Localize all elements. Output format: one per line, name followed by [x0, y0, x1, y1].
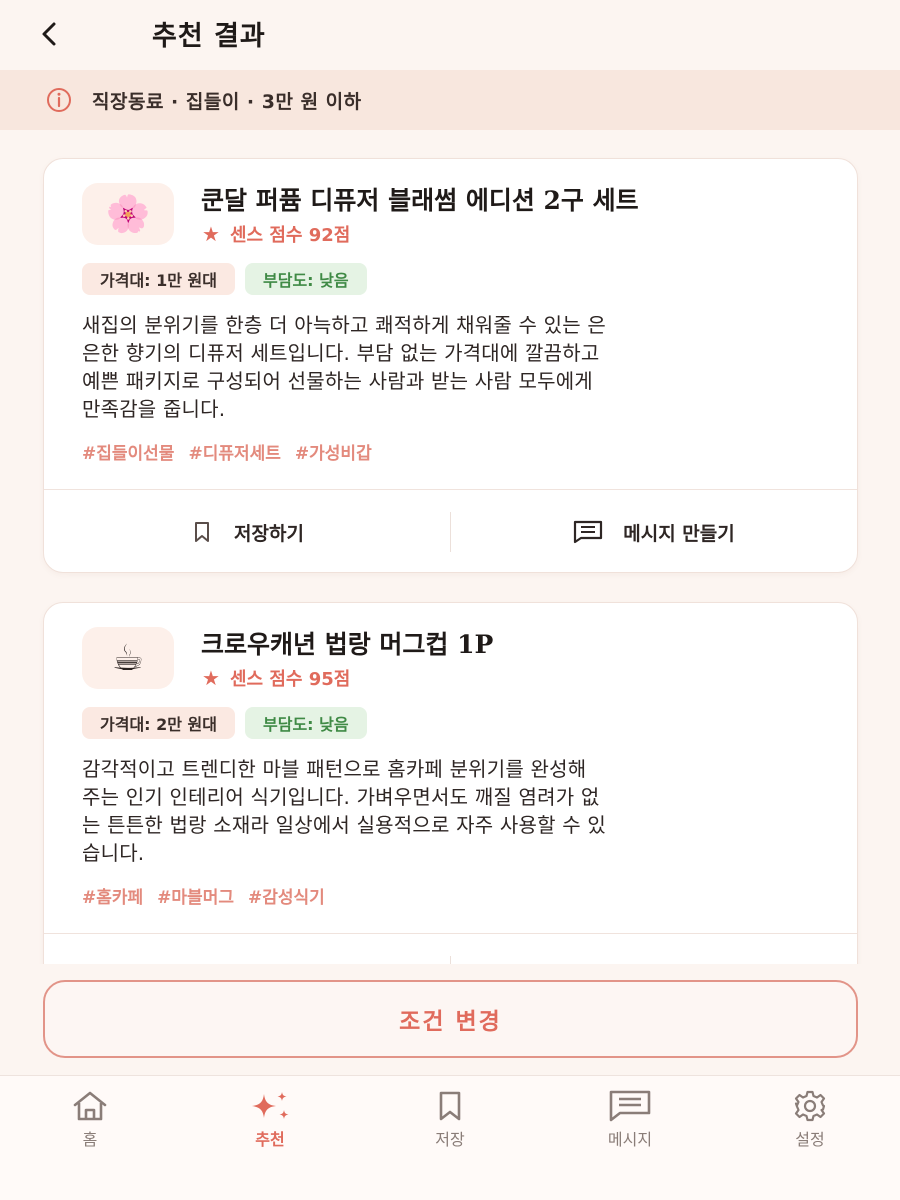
description-line: 새집의 분위기를 한층 더 아늑하고 쾌적하게 채워줄 수 있는 은 [82, 313, 607, 337]
tag-list: #홈카페 #마블머그 #감성식기 [82, 883, 325, 908]
message-icon [574, 520, 603, 544]
description-line: 만족감을 줍니다. [82, 397, 226, 421]
price-badge: 가격대: 2만 원대 [82, 707, 235, 739]
filter-text: 직장동료 · 집들이 · 3만 원 이하 [92, 90, 362, 113]
header: 추천 결과 [0, 0, 900, 70]
hashtag[interactable]: #감성식기 [248, 883, 325, 908]
product-description: 새집의 분위기를 한층 더 아늑하고 쾌적하게 채워줄 수 있는 은 은한 향기… [82, 311, 827, 423]
nav-label: 메시지 [607, 1130, 653, 1149]
description-line: 는 튼튼한 법랑 소재라 일상에서 실용적으로 자주 사용할 수 있 [82, 813, 607, 837]
description-line: 주는 인기 인테리어 식기입니다. 가벼우면서도 깨질 염려가 없 [82, 785, 600, 809]
hashtag[interactable]: #디퓨저세트 [188, 439, 280, 464]
message-icon [609, 1090, 651, 1122]
star-icon: ★ [202, 666, 220, 690]
hashtag[interactable]: #가성비갑 [295, 439, 372, 464]
description-line: 습니다. [82, 841, 145, 865]
nav-label: 추천 [255, 1130, 285, 1149]
bottom-nav: 홈 추천 저장 메시지 설정 [0, 1075, 900, 1200]
nav-item-messages[interactable]: 메시지 [540, 1076, 720, 1200]
nav-label: 저장 [435, 1130, 465, 1149]
hashtag[interactable]: #홈카페 [82, 883, 143, 908]
sense-score-text: 센스 점수 92점 [229, 225, 351, 246]
sense-score-text: 센스 점수 95점 [229, 669, 351, 690]
tag-list: #집들이선물 #디퓨저세트 #가성비갑 [82, 439, 372, 464]
change-conditions-button[interactable]: 조건 변경 [43, 980, 858, 1058]
sense-score: ★ 센스 점수 95점 [202, 665, 350, 691]
back-button[interactable] [30, 14, 70, 54]
product-thumbnail: ☕ [82, 627, 174, 689]
nav-label: 홈 [82, 1130, 98, 1149]
product-card: 🌸 쿤달 퍼퓸 디퓨저 블래썸 에디션 2구 세트 ★ 센스 점수 92점 가격… [43, 158, 858, 573]
star-icon: ★ [202, 222, 220, 246]
home-icon [73, 1091, 107, 1121]
sparkle-icon [252, 1092, 289, 1119]
product-card: ☕ 크로우캐년 법랑 머그컵 1P ★ 센스 점수 95점 가격대: 2만 원대… [43, 602, 858, 964]
save-label: 저장하기 [234, 522, 304, 545]
badge-row: 가격대: 2만 원대 부담도: 낮음 [82, 707, 367, 739]
save-button[interactable]: 저장하기 [44, 490, 450, 574]
card-actions [44, 933, 857, 964]
description-line: 감각적이고 트렌디한 마블 패턴으로 홈카페 분위기를 완성해 [82, 757, 587, 781]
card-actions: 저장하기 메시지 만들기 [44, 489, 857, 574]
gear-icon [794, 1090, 826, 1122]
make-message-button[interactable]: 메시지 만들기 [451, 490, 857, 574]
make-message-button[interactable] [451, 934, 857, 964]
info-icon [44, 85, 74, 115]
filter-summary-bar: 직장동료 · 집들이 · 3만 원 이하 [0, 70, 900, 130]
product-name: 크로우캐년 법랑 머그컵 1P [201, 630, 494, 659]
nav-item-settings[interactable]: 설정 [720, 1076, 900, 1200]
bookmark-icon [439, 1091, 461, 1121]
product-description: 감각적이고 트렌디한 마블 패턴으로 홈카페 분위기를 완성해 주는 인기 인테… [82, 755, 827, 867]
product-name: 쿤달 퍼퓸 디퓨저 블래썸 에디션 2구 세트 [201, 186, 639, 215]
nav-label: 설정 [795, 1130, 825, 1149]
chevron-left-icon [42, 22, 56, 46]
description-line: 은한 향기의 디퓨저 세트입니다. 부담 없는 가격대에 깔끔하고 [82, 341, 600, 365]
burden-badge: 부담도: 낮음 [245, 263, 367, 295]
page-title: 추천 결과 [152, 21, 266, 52]
results-list[interactable]: 🌸 쿤달 퍼퓸 디퓨저 블래썸 에디션 2구 세트 ★ 센스 점수 92점 가격… [0, 130, 900, 964]
price-badge: 가격대: 1만 원대 [82, 263, 235, 295]
nav-item-home[interactable]: 홈 [0, 1076, 180, 1200]
hashtag[interactable]: #집들이선물 [82, 439, 174, 464]
make-message-label: 메시지 만들기 [623, 522, 735, 545]
nav-item-saved[interactable]: 저장 [360, 1076, 540, 1200]
nav-item-recommend[interactable]: 추천 [180, 1076, 360, 1200]
sense-score: ★ 센스 점수 92점 [202, 221, 350, 247]
description-line: 예쁜 패키지로 구성되어 선물하는 사람과 받는 사람 모두에게 [82, 369, 593, 393]
product-thumbnail: 🌸 [82, 183, 174, 245]
hashtag[interactable]: #마블머그 [157, 883, 234, 908]
save-button[interactable] [44, 934, 450, 964]
bookmark-icon [195, 522, 210, 542]
badge-row: 가격대: 1만 원대 부담도: 낮음 [82, 263, 367, 295]
burden-badge: 부담도: 낮음 [245, 707, 367, 739]
